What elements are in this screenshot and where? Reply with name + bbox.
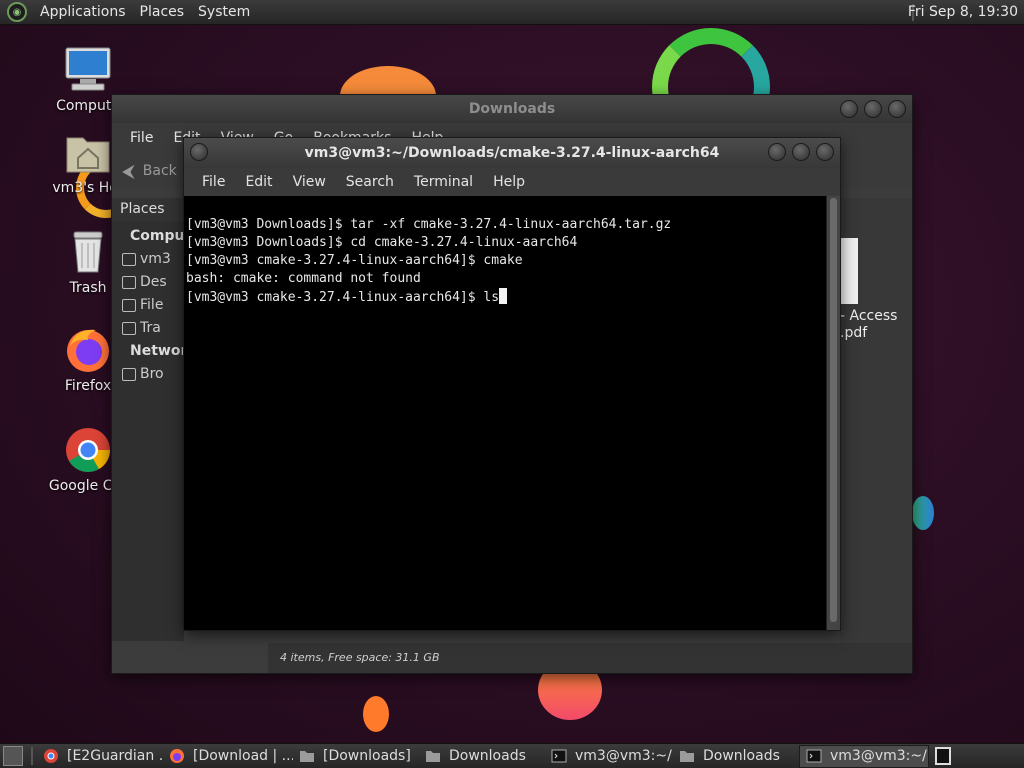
sidebar-item-home[interactable]: vm3: [112, 248, 184, 271]
menu-view[interactable]: View: [283, 174, 336, 190]
menu-terminal[interactable]: Terminal: [404, 174, 483, 190]
minimize-button[interactable]: [840, 100, 858, 118]
back-button[interactable]: Back: [143, 163, 177, 179]
firefox-icon: [170, 749, 184, 763]
window-menu-button[interactable]: [190, 143, 208, 161]
sidebar-header-computer: Compute: [130, 228, 201, 244]
pdf-file-icon[interactable]: [840, 238, 858, 304]
terminal-line: [vm3@vm3 Downloads]$ tar -xf cmake-3.27.…: [186, 217, 672, 232]
network-icon: [122, 368, 136, 381]
taskbar-item-downloads-2[interactable]: Downloads: [419, 745, 545, 768]
places-menu[interactable]: Places: [133, 4, 192, 20]
menu-help[interactable]: Help: [483, 174, 535, 190]
terminal-line: [vm3@vm3 cmake-3.27.4-linux-aarch64]$ cm…: [186, 253, 523, 268]
folder-icon: [300, 751, 314, 762]
terminal-scrollbar[interactable]: [826, 196, 840, 630]
minimize-button[interactable]: [768, 143, 786, 161]
computer-icon: [64, 46, 112, 94]
downloads-window-title: Downloads: [468, 101, 556, 117]
terminal-icon: [551, 749, 567, 763]
terminal-cursor: [499, 288, 508, 304]
file-label[interactable]: - Access .pdf: [840, 308, 897, 342]
scrollbar-thumb[interactable]: [830, 198, 837, 622]
menu-file[interactable]: File: [120, 130, 163, 146]
maximize-button[interactable]: [864, 100, 882, 118]
sidebar-item-filesystem[interactable]: File: [112, 294, 184, 317]
show-desktop-button[interactable]: [3, 746, 23, 766]
terminal-line: bash: cmake: command not found: [186, 271, 421, 286]
trash-icon: [64, 228, 112, 276]
sidebar-item-browse-network[interactable]: Bro: [112, 363, 184, 386]
trash-small-icon: [122, 322, 136, 335]
sidebar-item-desktop[interactable]: Des: [112, 271, 184, 294]
back-arrow-icon[interactable]: ⮜: [122, 161, 135, 182]
system-menu[interactable]: System: [191, 4, 257, 20]
close-button[interactable]: [816, 143, 834, 161]
terminal-output[interactable]: [vm3@vm3 Downloads]$ tar -xf cmake-3.27.…: [184, 196, 826, 630]
sidebar-item-trash[interactable]: Tra: [112, 317, 184, 340]
chrome-icon: [44, 749, 58, 763]
terminal-window-title: vm3@vm3:~/Downloads/cmake-3.27.4-linux-a…: [304, 145, 720, 161]
home-icon: [122, 253, 136, 266]
terminal-line: [vm3@vm3 Downloads]$ cd cmake-3.27.4-lin…: [186, 235, 578, 250]
close-button[interactable]: [888, 100, 906, 118]
wallpaper-small-orange-blob: [363, 696, 389, 732]
folder-icon: [426, 751, 440, 762]
status-bar: 4 items, Free space: 31.1 GB: [268, 643, 912, 673]
places-dropdown[interactable]: Places: [112, 198, 184, 221]
workspace-switcher[interactable]: [935, 747, 951, 765]
taskbar-item-downloads-3[interactable]: Downloads: [673, 745, 799, 768]
taskbar-item-e2guardian[interactable]: [E2Guardian ...: [37, 745, 163, 768]
downloads-sidebar: Compute vm3 Des File Tra Network Bro: [112, 221, 201, 641]
clock[interactable]: Fri Sep 8, 19:30: [908, 4, 1018, 20]
menu-search[interactable]: Search: [336, 174, 404, 190]
top-panel: ◉ Applications Places System Fri Sep 8, …: [0, 0, 1024, 25]
taskbar-item-downloads-1[interactable]: [Downloads]: [293, 745, 419, 768]
sidebar-header-network: Network: [130, 343, 197, 359]
menu-file[interactable]: File: [192, 174, 235, 190]
distro-logo-icon[interactable]: ◉: [7, 2, 27, 22]
drive-icon: [122, 299, 136, 312]
terminal-prompt-line[interactable]: [vm3@vm3 cmake-3.27.4-linux-aarch64]$ ls: [186, 288, 826, 307]
wallpaper-teal-blob: [912, 496, 934, 530]
taskbar-item-terminal-1[interactable]: vm3@vm3:~/...: [545, 745, 673, 768]
terminal-window[interactable]: vm3@vm3:~/Downloads/cmake-3.27.4-linux-a…: [183, 137, 841, 631]
taskbar-item-terminal-active[interactable]: vm3@vm3:~/...: [799, 744, 929, 768]
terminal-menubar: File Edit View Search Terminal Help: [184, 168, 840, 196]
downloads-titlebar[interactable]: Downloads: [112, 95, 912, 123]
chrome-icon: [64, 426, 112, 474]
taskbar-item-firefox[interactable]: [Download | ...: [163, 745, 293, 768]
applications-menu[interactable]: Applications: [33, 4, 133, 20]
terminal-titlebar[interactable]: vm3@vm3:~/Downloads/cmake-3.27.4-linux-a…: [184, 138, 840, 168]
terminal-icon: [806, 749, 822, 763]
folder-icon: [680, 751, 694, 762]
firefox-icon: [64, 326, 112, 374]
bottom-taskbar: [E2Guardian ... [Download | ... [Downloa…: [0, 743, 1024, 768]
desktop-icon: [122, 276, 136, 289]
maximize-button[interactable]: [792, 143, 810, 161]
home-folder-icon: [64, 128, 112, 176]
menu-edit[interactable]: Edit: [235, 174, 282, 190]
taskbar-separator: [31, 747, 33, 765]
